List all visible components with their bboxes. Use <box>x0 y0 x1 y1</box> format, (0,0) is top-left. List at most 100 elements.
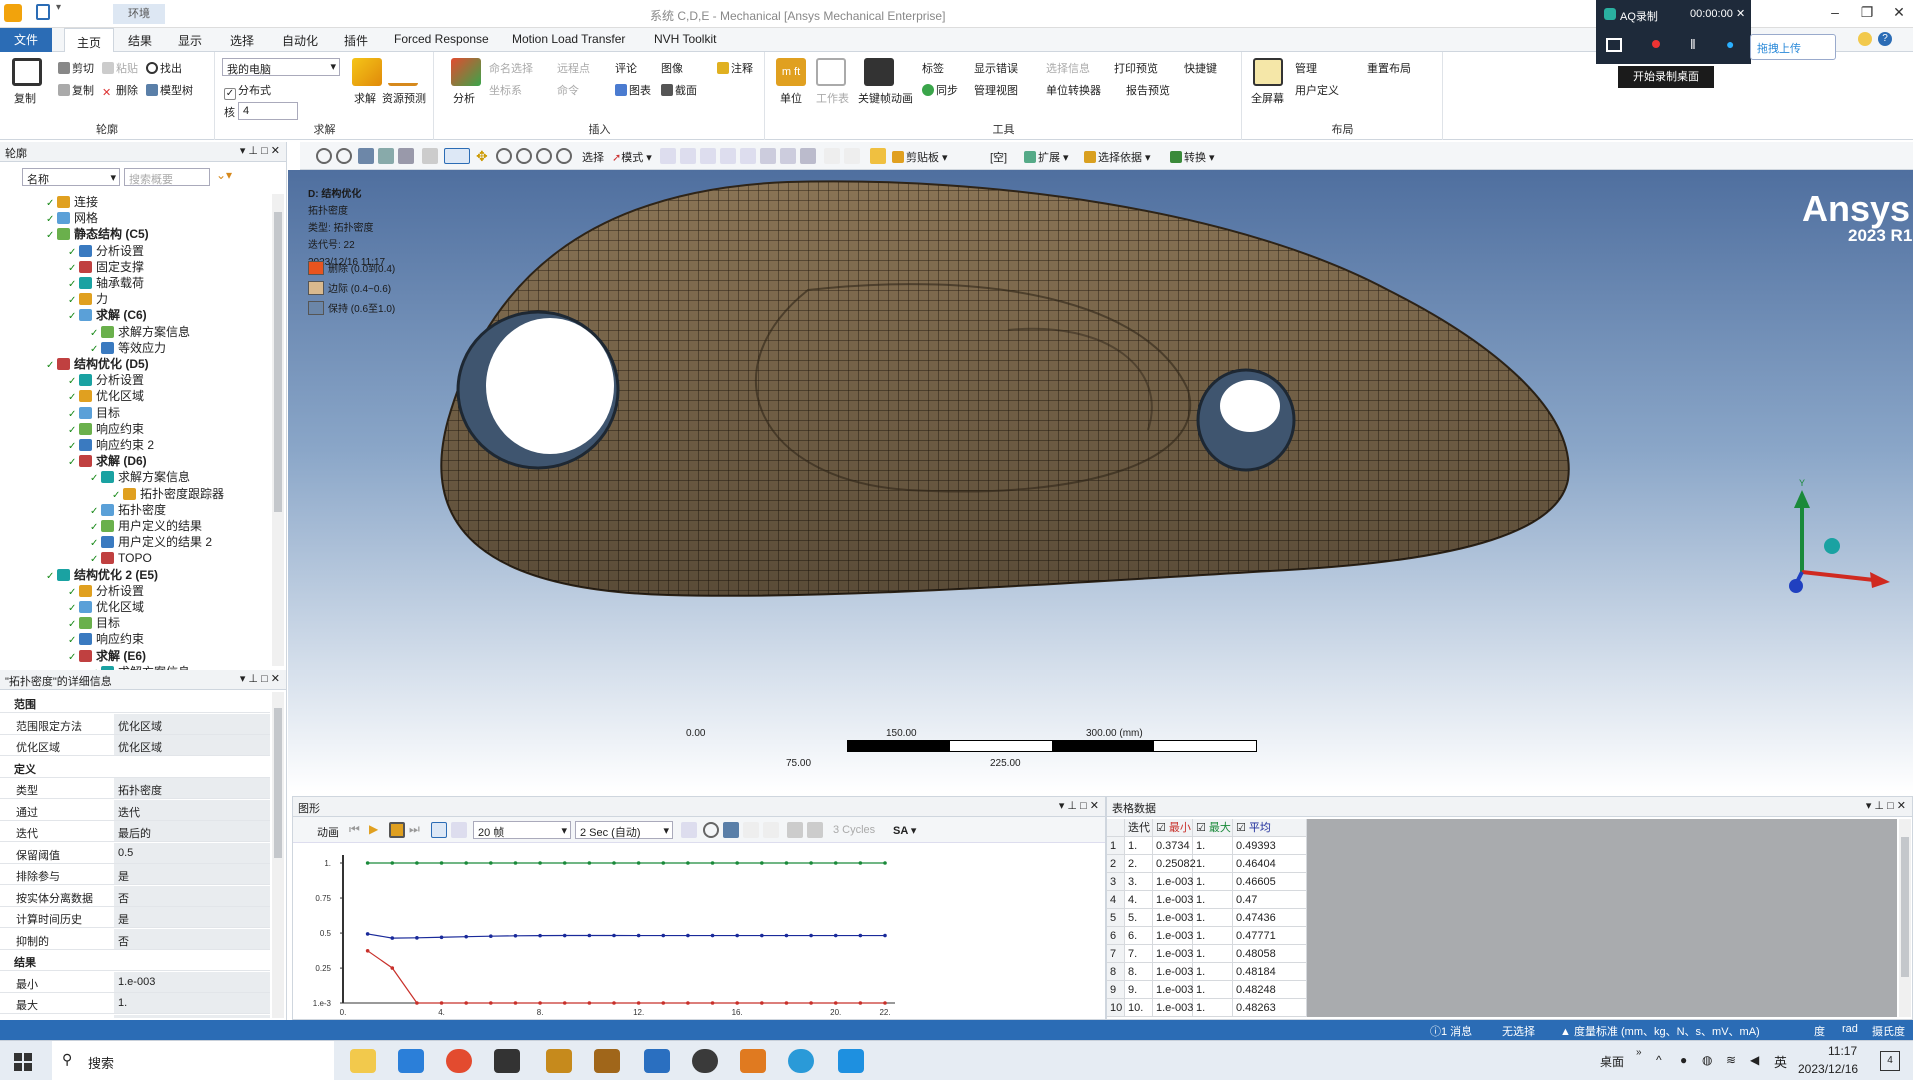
convert-dropdown[interactable]: 转换 ▾ <box>1170 149 1215 165</box>
copy-big-icon[interactable] <box>12 58 42 86</box>
manage-button[interactable]: 管理 <box>1295 60 1317 76</box>
tab-forced-response[interactable]: Forced Response <box>394 32 489 46</box>
graphics-viewport[interactable]: D: 结构优化 拓扑密度 类型: 拓扑密度 迭代号: 22 2023/12/16 11:… <box>288 170 1913 792</box>
save-icon[interactable] <box>36 4 50 20</box>
tree-node[interactable]: ✓ 优化区域 <box>68 388 144 404</box>
speaker-icon[interactable]: ◀ <box>1750 1053 1759 1067</box>
named-selection-button[interactable]: 命名选择 <box>489 60 533 76</box>
windows-start-icon[interactable] <box>14 1053 32 1071</box>
angle-unit-deg[interactable]: 度 <box>1814 1023 1825 1039</box>
selection-info-button[interactable]: 选择信息 <box>1046 60 1090 76</box>
app-icon-bird[interactable] <box>644 1049 670 1073</box>
chart-button[interactable]: 图表 <box>615 82 651 98</box>
graph-icon[interactable] <box>870 148 886 164</box>
paste-button[interactable]: 粘贴 <box>102 60 138 76</box>
node-select-icon[interactable] <box>740 148 756 164</box>
tree-node[interactable]: ✓ 轴承载荷 <box>68 275 144 291</box>
resource-prediction-button[interactable]: 资源预测 <box>382 90 426 106</box>
tray-overflow-icon[interactable]: ^ <box>1656 1053 1662 1067</box>
clock-date[interactable]: 2023/12/16 <box>1798 1062 1858 1076</box>
aq-screen-icon[interactable] <box>1606 38 1622 52</box>
duration-select[interactable]: 2 Sec (自动) ▾ <box>575 821 673 839</box>
tree-node[interactable]: ✓ 目标 <box>68 405 120 421</box>
messages-status[interactable]: ⓘ1 消息 <box>1430 1023 1472 1039</box>
box-zoom-icon[interactable] <box>516 148 532 164</box>
zoom-fit-icon[interactable] <box>536 148 552 164</box>
network-icon[interactable]: ◍ <box>1702 1053 1712 1067</box>
tree-node[interactable]: ✓ 目标 <box>68 615 120 631</box>
stop-icon[interactable] <box>389 822 405 838</box>
zoom-to-fit-icon[interactable] <box>703 822 719 838</box>
details-section-header[interactable]: 定义 <box>0 756 270 778</box>
taskbar-search-box[interactable]: ⚲ 搜索 <box>52 1041 334 1081</box>
details-value-cell[interactable] <box>114 993 270 1013</box>
image-button[interactable]: 图像 <box>661 60 683 76</box>
outline-scrollbar[interactable] <box>272 194 284 666</box>
close-icon[interactable]: ✕ <box>1884 4 1913 24</box>
details-row[interactable]: 抑制的 否 <box>0 928 270 950</box>
model-tree-button[interactable]: 模型树 <box>146 82 193 98</box>
worksheet-icon[interactable] <box>816 58 846 86</box>
zoom-out-icon[interactable] <box>336 148 352 164</box>
details-row[interactable]: 迭代 最后的 <box>0 821 270 842</box>
resource-prediction-icon[interactable] <box>388 58 418 86</box>
details-value-cell[interactable] <box>114 928 270 949</box>
tree-node[interactable]: ✓ 固定支撑 <box>68 259 144 275</box>
aq-record-icon[interactable] <box>1652 40 1660 48</box>
details-row[interactable]: 范围限定方法 优化区域 <box>0 713 270 735</box>
frames-select[interactable]: 20 帧 ▾ <box>473 821 571 839</box>
tree-node[interactable]: ✓ 优化区域 <box>68 599 144 615</box>
reset-layout-button[interactable]: 重置布局 <box>1367 60 1411 76</box>
wifi-icon[interactable]: ≋ <box>1726 1053 1736 1067</box>
topology-mesh-part[interactable] <box>440 180 1570 597</box>
workbench-icon[interactable] <box>546 1049 572 1073</box>
tree-node[interactable]: ✓ TOPO <box>90 550 152 566</box>
panel-close-icon[interactable]: ▾ ⊥ □ ✕ <box>240 144 280 157</box>
element-face-select-icon[interactable] <box>760 148 776 164</box>
select-mode-icon[interactable] <box>422 148 438 164</box>
details-row[interactable]: 通过 迭代 <box>0 799 270 821</box>
aq-mic-icon[interactable]: ● <box>1726 36 1734 52</box>
axis-triad[interactable] <box>1788 476 1898 596</box>
unit-converter-button[interactable]: 单位转换器 <box>1046 82 1101 98</box>
units-button[interactable]: 单位 <box>780 90 802 106</box>
tab-automation[interactable]: 自动化 <box>282 32 318 49</box>
section-button[interactable]: 截面 <box>661 82 697 98</box>
show-errors-button[interactable]: 显示错误 <box>974 60 1018 76</box>
details-row[interactable]: 优化区域 优化区域 <box>0 735 270 756</box>
play-icon[interactable]: ▶ <box>369 822 385 838</box>
tree-node[interactable]: ✓ 用户定义的结果 <box>90 518 202 534</box>
file-explorer-icon[interactable] <box>350 1049 376 1073</box>
tree-node[interactable]: ✓ 响应约束 <box>68 631 144 647</box>
manage-views-button[interactable]: 管理视图 <box>974 82 1018 98</box>
details-row[interactable]: 计算时间历史 是 <box>0 907 270 928</box>
aq-upload-button[interactable]: 拖拽上传 <box>1750 34 1836 60</box>
coordinate-system-button[interactable]: 坐标系 <box>489 82 522 98</box>
restore-icon[interactable]: ❐ <box>1852 4 1882 24</box>
ime-indicator[interactable]: 英 <box>1774 1052 1787 1071</box>
tree-node[interactable]: ✓ 求解 (D6) <box>68 453 147 469</box>
details-value-cell[interactable] <box>114 907 270 927</box>
tree-node[interactable]: ✓ 静态结构 (C5) <box>46 226 149 242</box>
mechanical-icon[interactable] <box>594 1049 620 1073</box>
graph-close-icon[interactable]: ▾ ⊥ □ ✕ <box>1059 799 1099 812</box>
tree-node[interactable]: ✓ 网格 <box>46 210 98 226</box>
shortcut-button[interactable]: 快捷键 <box>1184 60 1217 76</box>
tree-node[interactable]: ✓ 响应约束 <box>68 421 144 437</box>
table-column-header[interactable]: ☑ 最小 <box>1153 819 1193 837</box>
grid-icon[interactable] <box>723 822 739 838</box>
extend-dropdown[interactable]: 扩展 ▾ <box>1024 149 1069 165</box>
app-icon-g[interactable] <box>494 1049 520 1073</box>
fullscreen-button[interactable]: 全屏幕 <box>1251 90 1284 106</box>
magnifier-icon[interactable] <box>556 148 572 164</box>
previous-frame-icon[interactable]: ⏮ <box>349 822 365 838</box>
tab-file[interactable]: 文件 <box>0 28 52 52</box>
details-row[interactable]: 平均0.48224 <box>0 1014 270 1018</box>
outline-search-input[interactable]: 搜索概要 <box>124 168 210 186</box>
app-icon-recorder[interactable] <box>838 1049 864 1073</box>
details-row[interactable]: 按实体分离数据 否 <box>0 885 270 907</box>
mode-dropdown[interactable]: ➚模式 ▾ <box>612 149 652 165</box>
tree-node[interactable]: ✓ 拓扑密度 <box>90 502 166 518</box>
cut-button[interactable]: 剪切 <box>58 60 94 76</box>
microphone-icon[interactable]: ● <box>1680 1053 1687 1067</box>
